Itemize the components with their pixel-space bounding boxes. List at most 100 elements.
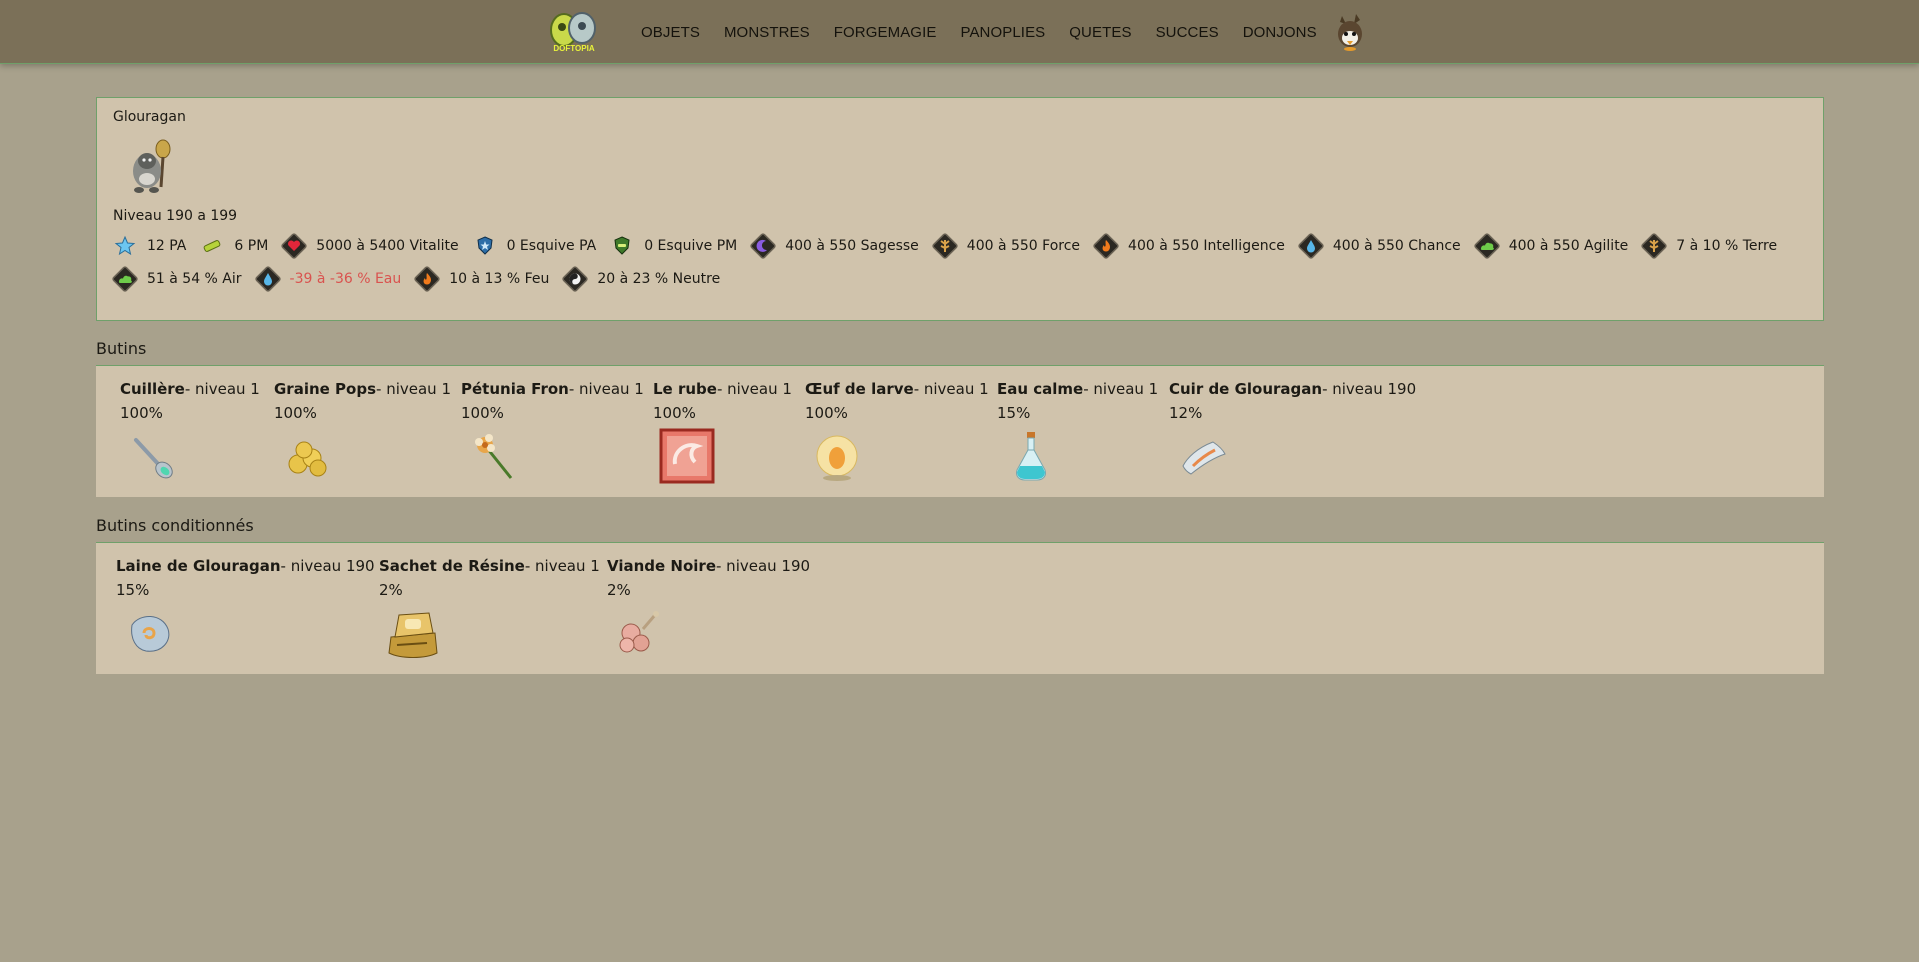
stat-force: 400 à 550 Force (931, 232, 1080, 260)
drop-item-name[interactable]: Eau calme (997, 380, 1083, 398)
drop-item-name[interactable]: Le rube (653, 380, 717, 398)
heart-icon (280, 232, 308, 260)
stat-agilite: 400 à 550 Agilite (1473, 232, 1628, 260)
drop-item-level: - niveau 190 (280, 557, 375, 575)
spoon-icon[interactable] (126, 428, 182, 484)
nav-monstres[interactable]: MONSTRES (724, 24, 810, 41)
drop-item-name[interactable]: Cuir de Glouragan (1169, 380, 1322, 398)
drop-item-name[interactable]: Viande Noire (607, 557, 716, 575)
drop-item[interactable]: Graine Pops- niveau 1 100% (274, 380, 451, 488)
shield-blue-icon (477, 235, 493, 255)
stat-neutre: 20 à 23 % Neutre (561, 265, 720, 293)
conditional-drops-title: Butins conditionnés (96, 516, 254, 535)
drop-item-rate: 100% (274, 404, 317, 422)
drop-item-rate: 100% (805, 404, 848, 422)
stat-intelligence: 400 à 550 Intelligence (1092, 232, 1285, 260)
drop-item[interactable]: Cuillère- niveau 1 100% (120, 380, 260, 488)
stat-vitalite: 5000 à 5400 Vitalite (280, 232, 459, 260)
stat-air: 51 à 54 % Air (111, 265, 242, 293)
monster-card: Glouragan Niveau 190 a 199 12 PA 6 PM 50… (96, 97, 1824, 321)
user-avatar-icon[interactable] (1332, 10, 1368, 52)
leather-icon[interactable] (1175, 428, 1231, 484)
logo-text: DOFTOPIA (553, 44, 594, 53)
stats-row-1: 12 PA 6 PM 5000 à 5400 Vitalite 0 Esquiv… (111, 229, 1811, 262)
drop-item-level: - niveau 190 (716, 557, 811, 575)
stat-pm: 6 PM (198, 232, 268, 260)
air-icon (1473, 232, 1501, 260)
monster-name: Glouragan (113, 109, 186, 125)
drop-item[interactable]: Œuf de larve- niveau 1 100% (805, 380, 989, 488)
drop-item-rate: 12% (1169, 404, 1203, 422)
drop-item-level: - niveau 1 (184, 380, 260, 398)
star-icon (114, 235, 136, 255)
drop-item[interactable]: Cuir de Glouragan- niveau 190 12% (1169, 380, 1416, 488)
seeds-icon[interactable] (280, 428, 336, 484)
drops-panel: Cuillère- niveau 1 100% Graine Pops- niv… (96, 365, 1824, 497)
drop-item[interactable]: Sachet de Résine- niveau 1 2% (379, 557, 600, 665)
stat-eau: -39 à -36 % Eau (254, 265, 401, 293)
monster-portrait-icon (133, 139, 171, 193)
meat-icon[interactable] (613, 605, 669, 661)
shield-green-icon (614, 235, 630, 255)
drop-item-level: - niveau 1 (376, 380, 451, 398)
drop-item[interactable]: Laine de Glouragan- niveau 190 15% (116, 557, 375, 665)
drop-item[interactable]: Viande Noire- niveau 190 2% (607, 557, 810, 665)
pm-icon (204, 239, 221, 252)
drop-item-level: - niveau 1 (913, 380, 989, 398)
flower-icon[interactable] (467, 428, 523, 484)
stat-esquive-pm: 0 Esquive PM (608, 232, 737, 260)
drop-item-name[interactable]: Laine de Glouragan (116, 557, 281, 575)
potion-icon[interactable] (1003, 428, 1059, 484)
drop-item[interactable]: Pétunia Fron- niveau 1 100% (461, 380, 644, 488)
stat-sagesse: 400 à 550 Sagesse (749, 232, 919, 260)
stat-pa: 12 PA (111, 232, 186, 260)
main-nav: OBJETS MONSTRES FORGEMAGIE PANOPLIES QUE… (641, 0, 1341, 64)
monster-level: Niveau 190 a 199 (113, 208, 238, 224)
drop-item-rate: 2% (379, 581, 403, 599)
drop-item-name[interactable]: Graine Pops (274, 380, 376, 398)
fire-icon (413, 265, 441, 293)
stat-feu: 10 à 13 % Feu (413, 265, 549, 293)
drop-item-rate: 100% (461, 404, 504, 422)
top-navbar: DOFTOPIA OBJETS MONSTRES FORGEMAGIE PANO… (0, 0, 1919, 64)
neutral-icon (561, 265, 589, 293)
nav-succes[interactable]: SUCCES (1156, 24, 1219, 41)
air-icon (111, 265, 139, 293)
drop-item-rate: 100% (653, 404, 696, 422)
nav-objets[interactable]: OBJETS (641, 24, 700, 41)
drop-item-level: - niveau 1 (568, 380, 644, 398)
water-icon (254, 265, 282, 293)
stat-terre: 7 à 10 % Terre (1640, 232, 1777, 260)
wool-icon[interactable] (122, 605, 178, 661)
drop-item-rate: 100% (120, 404, 163, 422)
drop-item-name[interactable]: Cuillère (120, 380, 185, 398)
drop-item[interactable]: Eau calme- niveau 1 15% (997, 380, 1158, 488)
earth-icon (931, 232, 959, 260)
stat-chance: 400 à 550 Chance (1297, 232, 1461, 260)
drop-item-level: - niveau 1 (524, 557, 600, 575)
egg-icon[interactable] (811, 428, 867, 484)
water-icon (1297, 232, 1325, 260)
drop-item[interactable]: Le rube- niveau 1 100% (653, 380, 792, 488)
drop-item-level: - niveau 1 (716, 380, 792, 398)
monster-stats: 12 PA 6 PM 5000 à 5400 Vitalite 0 Esquiv… (111, 229, 1811, 295)
drop-item-name[interactable]: Sachet de Résine (379, 557, 525, 575)
drop-item-level: - niveau 1 (1083, 380, 1159, 398)
stat-esquive-pa: 0 Esquive PA (471, 232, 596, 260)
drop-item-level: - niveau 190 (1322, 380, 1417, 398)
drop-item-rate: 15% (116, 581, 150, 599)
drop-item-name[interactable]: Pétunia Fron (461, 380, 569, 398)
doftopia-logo[interactable]: DOFTOPIA (548, 10, 600, 54)
nav-donjons[interactable]: DONJONS (1243, 24, 1317, 41)
drop-item-rate: 2% (607, 581, 631, 599)
nav-forgemagie[interactable]: FORGEMAGIE (834, 24, 937, 41)
fire-icon (1092, 232, 1120, 260)
resin-icon[interactable] (385, 605, 441, 661)
stats-row-2: 51 à 54 % Air -39 à -36 % Eau 10 à 13 % … (111, 262, 1811, 295)
rune-icon[interactable] (659, 428, 715, 484)
nav-quetes[interactable]: QUETES (1069, 24, 1131, 41)
drop-item-name[interactable]: Œuf de larve (805, 380, 914, 398)
earth-icon (1640, 232, 1668, 260)
nav-panoplies[interactable]: PANOPLIES (960, 24, 1045, 41)
drops-title: Butins (96, 339, 147, 358)
